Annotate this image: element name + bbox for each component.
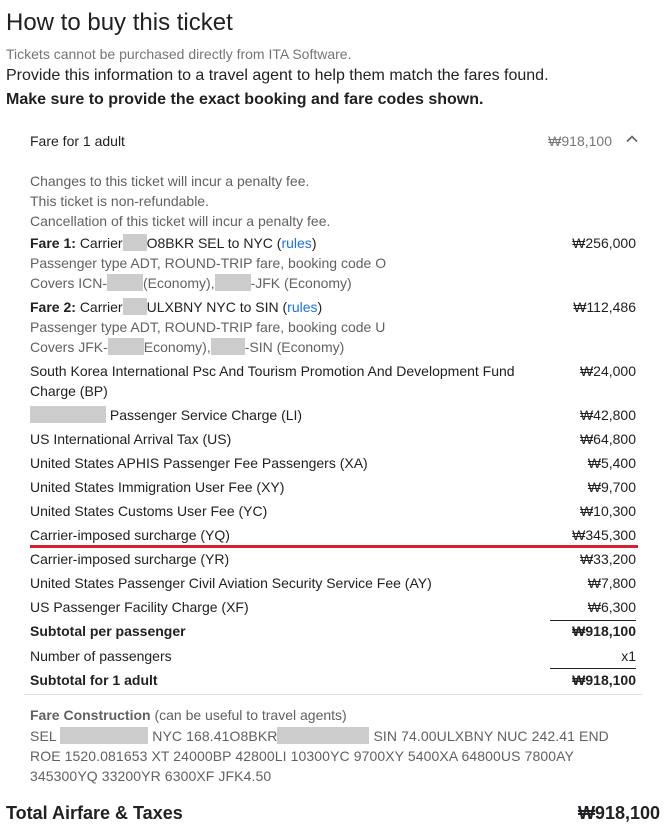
tax-amount: ₩7,800: [587, 575, 636, 591]
tax-row-yc: United States Customs User Fee (YC) ₩10,…: [30, 501, 636, 521]
redacted-block: [210, 338, 245, 355]
fare-2-rules-link[interactable]: rules: [287, 299, 317, 315]
fare-1-covers-prefix: Covers ICN-: [30, 275, 108, 291]
redacted-block: [122, 234, 147, 251]
tax-row-yr: Carrier-imposed surcharge (YR) ₩33,200: [30, 549, 636, 569]
tax-amount: ₩24,000: [579, 363, 636, 379]
tax-label: United States Customs User Fee (YC): [30, 503, 268, 519]
rule-non-refundable: This ticket is non-refundable.: [30, 193, 209, 209]
tax-row-li: Passenger Service Charge (LI) ₩42,800: [30, 405, 636, 425]
tax-row-us: US International Arrival Tax (US) ₩64,80…: [30, 429, 636, 449]
rule-penalty-change: Changes to this ticket will incur a pena…: [30, 173, 310, 189]
tax-label: United States Immigration User Fee (XY): [30, 479, 285, 495]
fare-1-covers-end: -JFK (Economy): [250, 275, 352, 291]
agent-instructions: Provide this information to a travel age…: [6, 67, 549, 84]
subtotal-per-passenger-amount: ₩918,100: [572, 623, 636, 639]
passenger-count-label: Number of passengers: [30, 648, 172, 664]
tax-amount: ₩9,700: [587, 479, 636, 495]
subtotal-adult-row: Subtotal for 1 adult ₩918,100: [30, 670, 636, 690]
tax-amount: ₩345,300: [572, 527, 636, 543]
passenger-count-row: Number of passengers x1: [30, 646, 636, 666]
redacted-block: [30, 406, 106, 423]
fare-construction-note: (can be useful to travel agents): [154, 707, 347, 723]
fare-construction-text: SEL NYC 168.41O8BKR SIN 74.00ULXBNY NUC …: [30, 726, 636, 786]
fare-2-label: Fare 2:: [30, 299, 76, 315]
fare-heading-amount: ₩918,100: [548, 133, 612, 149]
total-airfare-amount: ₩918,100: [577, 803, 660, 823]
tax-row-xa: United States APHIS Passenger Fee Passen…: [30, 453, 636, 473]
tax-row-bp: South Korea International Psc And Touris…: [30, 361, 636, 401]
booking-codes-warning: Make sure to provide the exact booking a…: [6, 91, 484, 108]
tax-label: US International Arrival Tax (US): [30, 431, 232, 447]
subtotal-per-passenger-row: Subtotal per passenger ₩918,100: [30, 621, 636, 641]
fare-construction-seg: SEL: [30, 728, 57, 744]
fare-2-carrier-prefix: Carrier: [79, 299, 123, 315]
rule-penalty-cancel: Cancellation of this ticket will incur a…: [30, 213, 331, 229]
fare-construction-seg: NYC 168.41O8BKR: [152, 728, 278, 744]
fare-2-covers-end: -SIN (Economy): [244, 339, 345, 355]
tax-label: South Korea International Psc And Touris…: [30, 363, 515, 399]
fare-2-passenger: Passenger type ADT, ROUND-TRIP fare, boo…: [30, 319, 386, 335]
fare-1-rules-link[interactable]: rules: [281, 235, 311, 251]
fare-construction-heading: Fare Construction (can be useful to trav…: [30, 706, 347, 724]
fare-construction-title: Fare Construction: [30, 707, 151, 723]
tax-label: United States Passenger Civil Aviation S…: [30, 575, 432, 591]
fare-2-covers: Covers JFK- Economy), -SIN (Economy): [30, 337, 636, 357]
subtotal-separator: [550, 668, 636, 669]
tax-label: US Passenger Facility Charge (XF): [30, 599, 249, 615]
fare-1-covers-mid: (Economy),: [143, 275, 215, 291]
fare-2-covers-prefix: Covers JFK-: [30, 339, 108, 355]
tax-amount: ₩33,200: [579, 551, 636, 567]
redacted-block: [107, 338, 144, 355]
tax-label: Carrier-imposed surcharge (YQ): [30, 527, 230, 543]
fare-1-carrier-prefix: Carrier: [79, 235, 123, 251]
tax-label: Passenger Service Charge (LI): [109, 407, 303, 423]
tax-label: United States APHIS Passenger Fee Passen…: [30, 455, 368, 471]
fare-details-card: Fare for 1 adult ₩918,100 Changes to thi…: [6, 122, 660, 794]
tax-row-yq: Carrier-imposed surcharge (YQ) ₩345,300: [30, 525, 636, 545]
tax-row-xy: United States Immigration User Fee (XY) …: [30, 477, 636, 497]
fare-1-row: Fare 1: Carrier O8BKR SEL to NYC (rules) …: [30, 233, 636, 253]
tax-row-xf: US Passenger Facility Charge (XF) ₩6,300: [30, 597, 636, 617]
purchase-note: Tickets cannot be purchased directly fro…: [6, 46, 352, 62]
subtotal-per-passenger-label: Subtotal per passenger: [30, 623, 186, 639]
redacted-block: [60, 727, 149, 744]
fare-1-label: Fare 1:: [30, 235, 76, 251]
fare-1-amount: ₩256,000: [572, 235, 636, 251]
subtotal-adult-amount: ₩918,100: [572, 672, 636, 688]
redacted-block: [107, 274, 144, 291]
tax-amount: ₩6,300: [587, 599, 636, 615]
fare-heading[interactable]: Fare for 1 adult: [30, 132, 125, 150]
subtotal-adult-label: Subtotal for 1 adult: [30, 672, 158, 688]
fare-2-row: Fare 2: Carrier ULXBNY NYC to SIN (rules)…: [30, 297, 636, 317]
page-title: How to buy this ticket: [6, 9, 233, 36]
fare-1-passenger: Passenger type ADT, ROUND-TRIP fare, boo…: [30, 255, 387, 271]
tax-row-ay: United States Passenger Civil Aviation S…: [30, 573, 636, 593]
fare-2-covers-mid: Economy),: [143, 339, 211, 355]
tax-amount: ₩10,300: [579, 503, 636, 519]
fare-1-covers: Covers ICN- (Economy), -JFK (Economy): [30, 273, 636, 293]
passenger-count-value: x1: [621, 648, 636, 664]
fare-2-amount: ₩112,486: [573, 299, 636, 315]
tax-amount: ₩64,800: [579, 431, 636, 447]
section-divider: [24, 694, 642, 695]
fare-2-route: ULXBNY NYC to SIN (: [146, 299, 288, 315]
redacted-block: [214, 274, 251, 291]
redacted-block: [277, 727, 370, 744]
tax-amount: ₩42,800: [579, 407, 636, 423]
tax-amount: ₩5,400: [587, 455, 636, 471]
fare-1-route: O8BKR SEL to NYC (: [146, 235, 282, 251]
fare-1-route-close: ): [311, 235, 317, 251]
fare-2-route-close: ): [317, 299, 323, 315]
redacted-block: [122, 298, 147, 315]
highlight-underline: [30, 545, 638, 548]
tax-label: Carrier-imposed surcharge (YR): [30, 551, 230, 567]
chevron-up-icon[interactable]: [624, 131, 640, 147]
total-airfare-label: Total Airfare & Taxes: [6, 803, 183, 823]
